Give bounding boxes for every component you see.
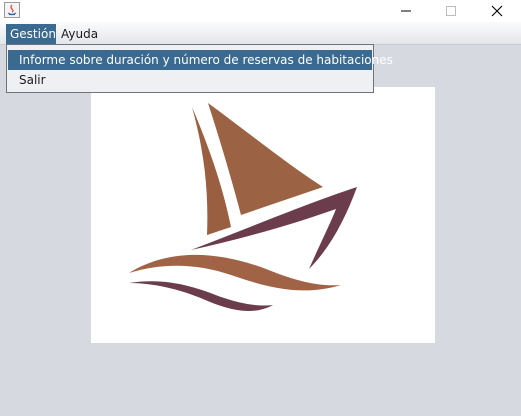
gestion-dropdown-menu: Informe sobre duración y número de reser…: [6, 44, 393, 93]
sailboat-logo-image: [91, 87, 435, 343]
minimize-button[interactable]: [383, 0, 429, 22]
menu-ayuda[interactable]: Ayuda: [57, 24, 102, 44]
close-icon: [491, 2, 503, 21]
close-button[interactable]: [474, 0, 520, 22]
application-window: Gestión Ayuda Informe sobre duración y n…: [0, 0, 521, 416]
menu-bar: Gestión Ayuda: [0, 22, 521, 45]
title-bar: [0, 0, 521, 22]
java-app-icon: [4, 2, 20, 18]
minimize-icon: [400, 2, 412, 21]
menu-item-salir[interactable]: Salir: [8, 70, 372, 90]
maximize-icon: [445, 2, 457, 21]
menu-item-informe-reservas[interactable]: Informe sobre duración y número de reser…: [8, 50, 393, 70]
maximize-button[interactable]: [428, 0, 474, 22]
menu-gestion[interactable]: Gestión: [6, 24, 56, 44]
sailboat-logo-graphic: [129, 103, 357, 312]
